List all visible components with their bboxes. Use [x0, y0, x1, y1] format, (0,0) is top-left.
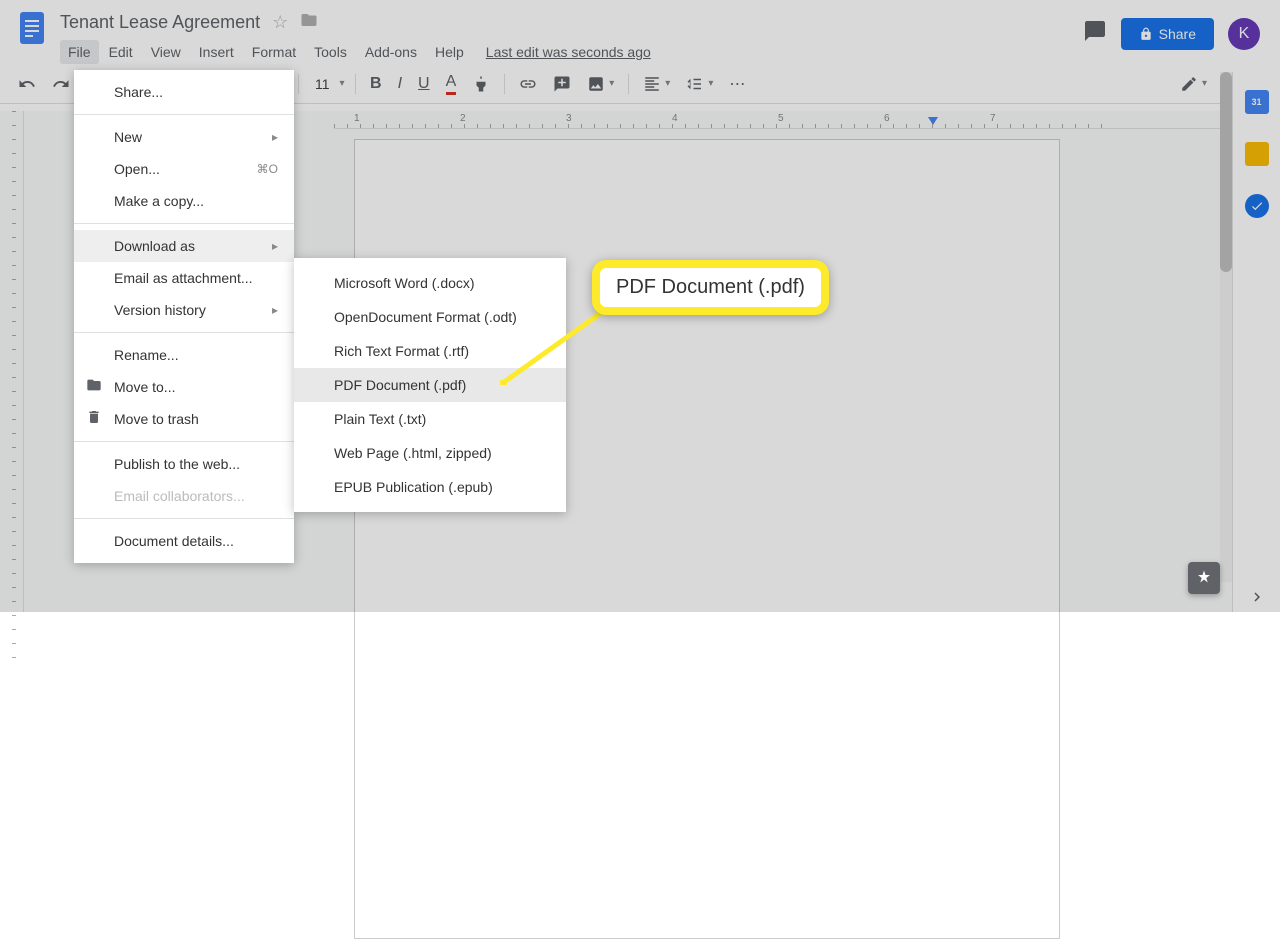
editing-mode-button[interactable]	[1174, 69, 1213, 99]
callout-arrow-icon	[500, 310, 605, 385]
menu-rename[interactable]: Rename...	[74, 339, 294, 371]
more-button[interactable]: ⋯	[723, 68, 751, 100]
ruler-num: 6	[884, 113, 890, 124]
menu-move-to-trash[interactable]: Move to trash	[74, 403, 294, 435]
ruler-num: 3	[566, 113, 572, 124]
undo-button[interactable]	[12, 69, 42, 99]
line-spacing-button[interactable]	[680, 69, 719, 99]
menu-view[interactable]: View	[143, 40, 189, 64]
align-button[interactable]	[637, 69, 676, 99]
highlight-button[interactable]	[466, 69, 496, 99]
folder-icon[interactable]	[300, 11, 318, 34]
app-header: Tenant Lease Agreement ☆ File Edit View …	[0, 0, 1280, 64]
trash-icon	[86, 409, 102, 430]
menu-format[interactable]: Format	[244, 40, 304, 64]
chevron-right-icon: ▸	[272, 303, 278, 317]
ruler-num: 2	[460, 113, 466, 124]
menu-insert[interactable]: Insert	[191, 40, 242, 64]
menu-edit[interactable]: Edit	[101, 40, 141, 64]
menu-share[interactable]: Share...	[74, 76, 294, 108]
chevron-right-icon: ▸	[272, 239, 278, 253]
keep-icon[interactable]	[1245, 142, 1269, 166]
menu-email-collaborators: Email collaborators...	[74, 480, 294, 512]
comments-icon[interactable]	[1083, 19, 1107, 49]
menu-file[interactable]: File	[60, 40, 99, 64]
submenu-txt[interactable]: Plain Text (.txt)	[294, 402, 566, 436]
menu-move-to[interactable]: Move to...	[74, 371, 294, 403]
ruler-num: 1	[354, 113, 360, 124]
share-button[interactable]: Share	[1121, 18, 1214, 50]
link-button[interactable]	[513, 69, 543, 99]
menu-open[interactable]: Open...⌘O	[74, 153, 294, 185]
download-as-submenu: Microsoft Word (.docx) OpenDocument Form…	[294, 258, 566, 512]
side-panel-toggle[interactable]	[1232, 582, 1280, 612]
callout-highlight: PDF Document (.pdf)	[592, 260, 829, 315]
text-color-button[interactable]: A	[440, 67, 463, 101]
ruler-num: 5	[778, 113, 784, 124]
last-edit-link[interactable]: Last edit was seconds ago	[486, 44, 651, 60]
menu-download-as[interactable]: Download as▸	[74, 230, 294, 262]
folder-icon	[86, 377, 102, 398]
horizontal-ruler[interactable]: 1 2 3 4 5 6 7	[334, 111, 1232, 129]
menubar: File Edit View Insert Format Tools Add-o…	[60, 40, 1083, 64]
avatar[interactable]: K	[1228, 18, 1260, 50]
menu-publish-web[interactable]: Publish to the web...	[74, 448, 294, 480]
indent-marker-icon[interactable]	[928, 117, 938, 125]
menu-addons[interactable]: Add-ons	[357, 40, 425, 64]
submenu-docx[interactable]: Microsoft Word (.docx)	[294, 266, 566, 300]
menu-tools[interactable]: Tools	[306, 40, 355, 64]
tasks-icon[interactable]	[1245, 194, 1269, 218]
calendar-icon[interactable]: 31	[1245, 90, 1269, 114]
ruler-num: 7	[990, 113, 996, 124]
side-panel: 31	[1232, 72, 1280, 582]
submenu-html[interactable]: Web Page (.html, zipped)	[294, 436, 566, 470]
redo-button[interactable]	[46, 69, 76, 99]
menu-new[interactable]: New▸	[74, 121, 294, 153]
vertical-ruler[interactable]	[0, 111, 24, 612]
chevron-right-icon: ▸	[272, 130, 278, 144]
menu-document-details[interactable]: Document details...	[74, 525, 294, 557]
file-menu-dropdown: Share... New▸ Open...⌘O Make a copy... D…	[74, 70, 294, 563]
image-button[interactable]	[581, 69, 620, 99]
italic-button[interactable]: I	[392, 69, 408, 99]
menu-email-attachment[interactable]: Email as attachment...	[74, 262, 294, 294]
document-title[interactable]: Tenant Lease Agreement	[60, 12, 260, 33]
menu-version-history[interactable]: Version history▸	[74, 294, 294, 326]
menu-help[interactable]: Help	[427, 40, 472, 64]
submenu-epub[interactable]: EPUB Publication (.epub)	[294, 470, 566, 504]
menu-make-copy[interactable]: Make a copy...	[74, 185, 294, 217]
bold-button[interactable]: B	[364, 69, 388, 99]
scrollbar[interactable]	[1220, 72, 1232, 582]
font-size-select[interactable]: 11	[307, 72, 347, 96]
underline-button[interactable]: U	[412, 69, 436, 99]
star-icon[interactable]: ☆	[272, 12, 288, 33]
comment-button[interactable]	[547, 69, 577, 99]
share-label: Share	[1159, 26, 1196, 42]
explore-button[interactable]	[1188, 562, 1220, 594]
lock-icon	[1139, 27, 1153, 41]
docs-logo[interactable]	[12, 8, 52, 48]
ruler-num: 4	[672, 113, 678, 124]
